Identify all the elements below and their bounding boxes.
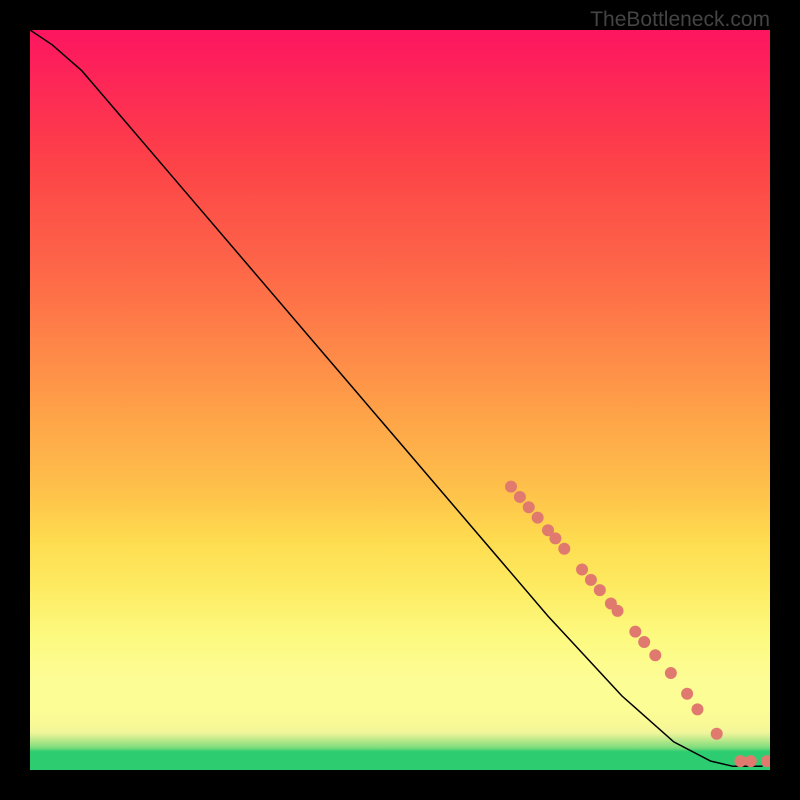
data-marker — [691, 703, 703, 715]
data-marker — [558, 543, 570, 555]
data-marker — [585, 574, 597, 586]
data-marker — [612, 605, 624, 617]
data-marker — [649, 649, 661, 661]
data-marker — [505, 481, 517, 493]
data-marker — [734, 755, 746, 767]
data-markers — [505, 481, 770, 768]
chart-container: TheBottleneck.com — [0, 0, 800, 800]
data-marker — [665, 667, 677, 679]
data-marker — [745, 755, 757, 767]
data-marker — [594, 584, 606, 596]
watermark-text: TheBottleneck.com — [590, 8, 770, 32]
data-marker — [532, 512, 544, 524]
data-marker — [549, 532, 561, 544]
chart-svg — [30, 30, 770, 770]
data-marker — [629, 626, 641, 638]
data-marker — [681, 688, 693, 700]
data-marker — [514, 491, 526, 503]
data-marker — [638, 636, 650, 648]
data-marker — [523, 501, 535, 513]
data-marker — [711, 728, 723, 740]
data-marker — [576, 563, 588, 575]
